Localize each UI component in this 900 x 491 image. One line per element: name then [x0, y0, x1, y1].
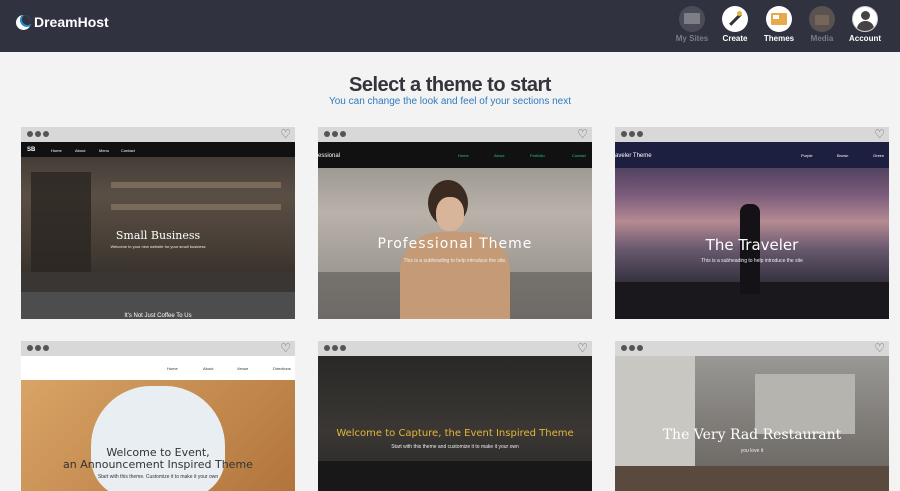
card-toolbar: ♡	[21, 341, 295, 356]
theme-subheading: Start with this theme and customize it t…	[391, 444, 519, 450]
theme-card-restaurant[interactable]: ♡ The Very Rad Restaurant you love it	[615, 341, 889, 491]
folder-icon	[809, 6, 835, 32]
window-dots-icon	[27, 131, 49, 137]
page-title: Select a theme to start	[349, 74, 551, 96]
theme-subheading: This is a subheading to help introduce t…	[403, 258, 507, 264]
favorite-heart-icon[interactable]: ♡	[874, 128, 885, 140]
theme-preview-capture: Welcome to Capture, the Event Inspired T…	[318, 356, 592, 491]
theme-card-traveler[interactable]: ♡ aveler Theme Purple Brown Green The Tr…	[615, 127, 889, 319]
card-toolbar: ♡	[615, 127, 889, 142]
preview-nav: SB Home About Menu Contact	[27, 147, 135, 153]
theme-preview-small-business: SB Home About Menu Contact Small Busines…	[21, 142, 295, 319]
theme-preview-restaurant: The Very Rad Restaurant you love it	[615, 356, 889, 491]
card-toolbar: ♡	[615, 341, 889, 356]
window-dots-icon	[27, 345, 49, 351]
favorite-heart-icon[interactable]: ♡	[874, 342, 885, 354]
themes-icon	[766, 6, 792, 32]
logo-text: DreamHost	[34, 14, 109, 30]
nav-account[interactable]: Account	[835, 6, 895, 43]
theme-preview-traveler: aveler Theme Purple Brown Green The Trav…	[615, 142, 889, 319]
theme-subheading: Welcome to your new website for your sma…	[110, 244, 206, 249]
window-dots-icon	[621, 345, 643, 351]
theme-title: The Traveler	[705, 236, 799, 254]
theme-preview-professional: essional Home About Portfolio Contact Pr…	[318, 142, 592, 319]
theme-title: The Very Rad Restaurant	[662, 427, 842, 443]
theme-title: Welcome to Capture, the Event Inspired T…	[336, 428, 574, 439]
preview-nav: essional Home About Portfolio Contact	[318, 153, 586, 159]
dreamhost-logo[interactable]: DreamHost	[16, 14, 109, 30]
preview-nav: Home About Venue Directions	[167, 366, 291, 371]
theme-card-capture[interactable]: ♡ Welcome to Capture, the Event Inspired…	[318, 341, 592, 491]
window-dots-icon	[621, 131, 643, 137]
favorite-heart-icon[interactable]: ♡	[280, 342, 291, 354]
magic-wand-icon	[722, 6, 748, 32]
theme-footer-text: It's Not Just Coffee To Us	[124, 313, 192, 319]
card-toolbar: ♡	[318, 127, 592, 142]
page-subtitle: You can change the look and feel of your…	[328, 96, 572, 107]
window-dots-icon	[324, 131, 346, 137]
card-toolbar: ♡	[318, 341, 592, 356]
theme-subheading: Start with this theme. Customize it to m…	[97, 474, 219, 480]
theme-card-professional[interactable]: ♡ essional Home About Portfolio Contact …	[318, 127, 592, 319]
theme-card-small-business[interactable]: ♡ SB Home About Menu Contact Small Busin…	[21, 127, 295, 319]
theme-subheading: you love it	[740, 448, 764, 454]
favorite-heart-icon[interactable]: ♡	[577, 128, 588, 140]
theme-preview-event: Home About Venue Directions Welcome to E…	[21, 356, 295, 491]
favorite-heart-icon[interactable]: ♡	[280, 128, 291, 140]
card-toolbar: ♡	[21, 127, 295, 142]
user-icon	[852, 6, 878, 32]
theme-title-line2: an Announcement Inspired Theme	[63, 458, 253, 471]
theme-title: Professional Theme	[377, 236, 533, 252]
theme-card-event[interactable]: ♡ Home About Venue Directions Welcome to…	[21, 341, 295, 491]
favorite-heart-icon[interactable]: ♡	[577, 342, 588, 354]
theme-subheading: This is a subheading to help introduce t…	[701, 258, 803, 264]
monitor-icon	[679, 6, 705, 32]
window-dots-icon	[324, 345, 346, 351]
preview-nav: aveler Theme Purple Brown Green	[615, 153, 885, 159]
dreamhost-moon-icon	[16, 14, 31, 30]
theme-title: Small Business	[115, 229, 201, 242]
top-navigation-bar: DreamHost My Sites Create Themes Media A…	[0, 0, 900, 52]
